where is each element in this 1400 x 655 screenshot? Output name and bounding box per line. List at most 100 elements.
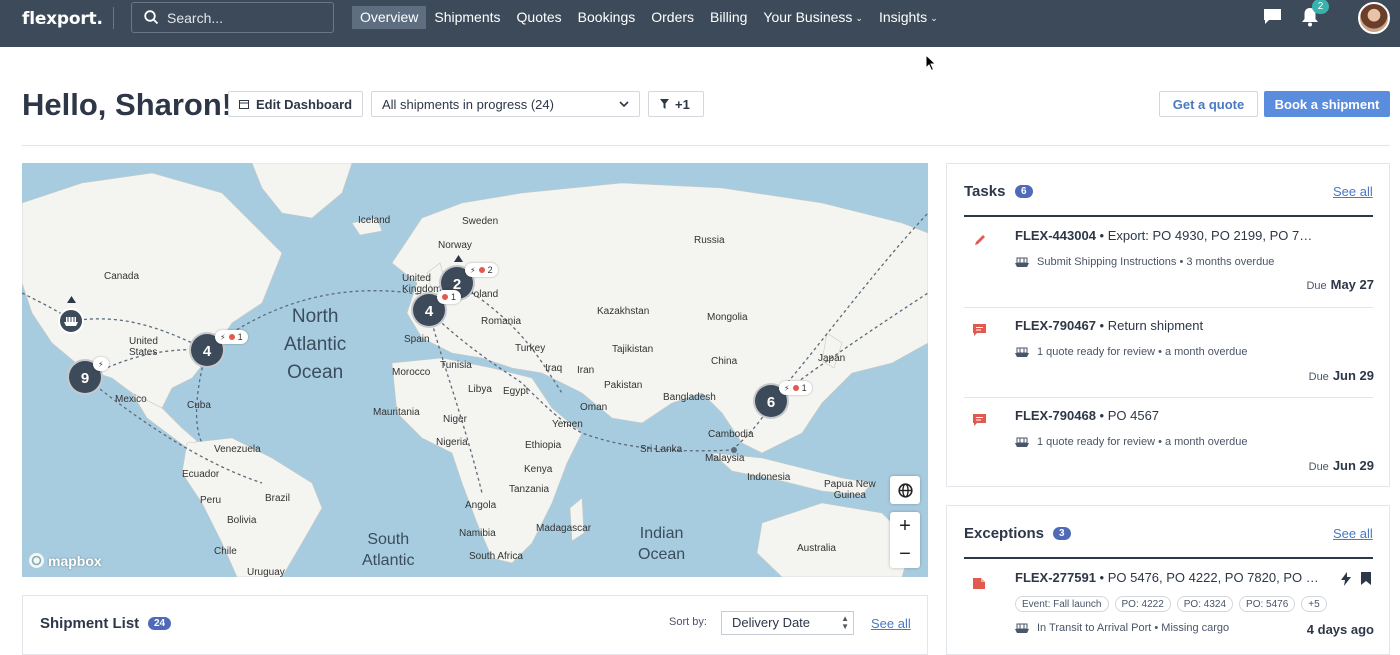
map-label: Tunisia bbox=[440, 360, 472, 371]
shipment-list-see-all-link[interactable]: See all bbox=[871, 616, 911, 631]
shipment-filter-select[interactable]: All shipments in progress (24) bbox=[371, 91, 640, 117]
edit-dashboard-label: Edit Dashboard bbox=[256, 96, 353, 112]
exception-tag: PO: 4324 bbox=[1176, 596, 1234, 612]
mapbox-attribution[interactable]: mapbox bbox=[28, 552, 102, 569]
task-item[interactable]: FLEX-790467 • Return shipment 1 quote re… bbox=[947, 307, 1391, 397]
map-label: Japan bbox=[818, 353, 846, 364]
bolt-icon: ⚡ bbox=[470, 265, 476, 275]
alert-dot bbox=[228, 334, 235, 340]
map-label: Uruguay bbox=[247, 567, 285, 577]
zoom-in-button[interactable]: + bbox=[890, 512, 920, 540]
map-label: Cuba bbox=[187, 400, 211, 411]
task-subtitle-text: 1 quote ready for review • a month overd… bbox=[1037, 346, 1248, 358]
exception-id: FLEX-277591 bbox=[1015, 570, 1096, 585]
map-label: Madagascar bbox=[536, 523, 592, 534]
plus-icon: + bbox=[899, 514, 911, 537]
cluster-alert-pill: ⚡ 1 bbox=[779, 381, 812, 395]
ocean-label-south-atlantic-text: South Atlantic bbox=[362, 531, 415, 569]
flexport-logo[interactable]: flexport. bbox=[22, 9, 103, 29]
task-subtitle: Submit Shipping Instructions • 3 months … bbox=[1015, 256, 1274, 268]
map-label: Venezuela bbox=[214, 444, 261, 455]
exception-subtitle-text: In Transit to Arrival Port • Missing car… bbox=[1037, 622, 1230, 634]
ocean-label-north-atlantic: North Atlantic Ocean bbox=[284, 303, 346, 387]
map-label: Kenya bbox=[524, 464, 553, 475]
bolt-icon: ⚡ bbox=[98, 359, 104, 369]
cluster-alert-count: 1 bbox=[451, 292, 457, 302]
nav-billing[interactable]: Billing bbox=[702, 6, 755, 29]
map-label: Iran bbox=[577, 365, 595, 376]
more-filters-button[interactable]: +1 bbox=[648, 91, 704, 117]
mapbox-attribution-text: mapbox bbox=[48, 552, 102, 569]
task-item[interactable]: FLEX-790468 • PO 4567 1 quote ready for … bbox=[947, 397, 1391, 487]
exception-subtitle: In Transit to Arrival Port • Missing car… bbox=[1015, 622, 1229, 634]
map-label: Turkey bbox=[515, 343, 546, 354]
bolt-icon: ⚡ bbox=[784, 383, 790, 393]
map-label: China bbox=[711, 356, 738, 367]
exception-item[interactable]: FLEX-277591 • PO 5476, PO 4222, PO 7820,… bbox=[947, 559, 1391, 649]
ship-icon bbox=[1015, 347, 1029, 357]
zoom-out-button[interactable]: − bbox=[890, 540, 920, 568]
map-label: Spain bbox=[404, 334, 430, 345]
task-due: Due May 27 bbox=[1306, 277, 1374, 292]
bookmark-icon[interactable] bbox=[1361, 572, 1371, 585]
map-label: Morocco bbox=[392, 367, 431, 378]
task-desc: • Return shipment bbox=[1095, 318, 1204, 333]
task-due: Due Jun 29 bbox=[1309, 458, 1374, 473]
exceptions-see-all-link[interactable]: See all bbox=[1333, 526, 1373, 541]
task-id: FLEX-443004 bbox=[1015, 228, 1096, 243]
ocean-label-indian-text: Indian Ocean bbox=[638, 525, 686, 563]
nav-orders[interactable]: Orders bbox=[643, 6, 702, 29]
nav-insights[interactable]: Insights ⌄ bbox=[871, 6, 946, 29]
chevron-down-icon: ⌄ bbox=[855, 13, 863, 23]
task-desc: • Export: PO 4930, PO 2199, PO 7… bbox=[1095, 228, 1313, 243]
map-label: Ethiopia bbox=[525, 440, 562, 451]
get-quote-button[interactable]: Get a quote bbox=[1159, 91, 1258, 117]
triangle-marker-icon bbox=[454, 255, 463, 262]
nav-quotes[interactable]: Quotes bbox=[509, 6, 570, 29]
ocean-label-south-atlantic: South Atlantic bbox=[362, 529, 414, 571]
map-label: Iraq bbox=[545, 363, 563, 374]
exceptions-title: Exceptions bbox=[964, 525, 1045, 542]
bolt-icon: ⚡ bbox=[220, 332, 226, 342]
task-subtitle: 1 quote ready for review • a month overd… bbox=[1015, 436, 1248, 448]
exception-actions bbox=[1341, 572, 1371, 586]
task-item[interactable]: FLEX-443004 • Export: PO 4930, PO 2199, … bbox=[947, 217, 1391, 307]
task-due-label: Due bbox=[1308, 371, 1329, 383]
map-label: Kazakhstan bbox=[597, 306, 650, 317]
top-nav: flexport. Search... Overview Shipments Q… bbox=[0, 0, 1400, 47]
map-label: United Kingdom bbox=[402, 273, 442, 295]
ship-icon bbox=[1015, 623, 1029, 633]
avatar[interactable] bbox=[1358, 2, 1390, 34]
chat-icon[interactable] bbox=[1263, 8, 1282, 25]
exception-tag-more[interactable]: +5 bbox=[1301, 596, 1327, 612]
shipment-list-title: Shipment List bbox=[40, 615, 140, 632]
map-zoom-control: + − bbox=[890, 512, 920, 568]
map-label: Brazil bbox=[265, 493, 291, 504]
ocean-label-indian: Indian Ocean bbox=[638, 523, 685, 565]
more-filters-label: +1 bbox=[675, 96, 690, 112]
shipment-map[interactable]: North Atlantic Ocean South Atlantic Indi… bbox=[22, 163, 928, 577]
tasks-see-all-link[interactable]: See all bbox=[1333, 184, 1373, 199]
bolt-icon[interactable] bbox=[1341, 572, 1351, 586]
nav-shipments[interactable]: Shipments bbox=[426, 6, 508, 29]
map-label: Cambodia bbox=[708, 429, 754, 440]
map-label: Romania bbox=[481, 316, 522, 327]
map-label: Australia bbox=[797, 543, 836, 554]
book-shipment-button[interactable]: Book a shipment bbox=[1264, 91, 1390, 117]
sort-select[interactable]: Delivery Date ▲ ▼ bbox=[721, 611, 854, 635]
mouse-cursor-icon bbox=[925, 54, 937, 72]
edit-dashboard-button[interactable]: Edit Dashboard bbox=[228, 91, 363, 117]
ocean-label-north-atlantic-text: North Atlantic Ocean bbox=[284, 306, 347, 383]
search-input[interactable]: Search... bbox=[131, 2, 334, 33]
map-label: Niger bbox=[443, 414, 467, 425]
page-title: Hello, Sharon! bbox=[22, 87, 233, 122]
ship-pin[interactable] bbox=[58, 308, 84, 334]
exception-desc: • PO 5476, PO 4222, PO 7820, PO … bbox=[1095, 570, 1319, 585]
nav-your-business[interactable]: Your Business ⌄ bbox=[755, 6, 871, 29]
nav-overview[interactable]: Overview bbox=[352, 6, 427, 29]
map-label: Papua New Guinea bbox=[824, 479, 876, 501]
nav-bookings[interactable]: Bookings bbox=[570, 6, 644, 29]
triangle-marker-icon bbox=[67, 296, 76, 303]
globe-toggle-button[interactable] bbox=[890, 476, 920, 504]
cluster-alert-count: 1 bbox=[801, 383, 807, 393]
